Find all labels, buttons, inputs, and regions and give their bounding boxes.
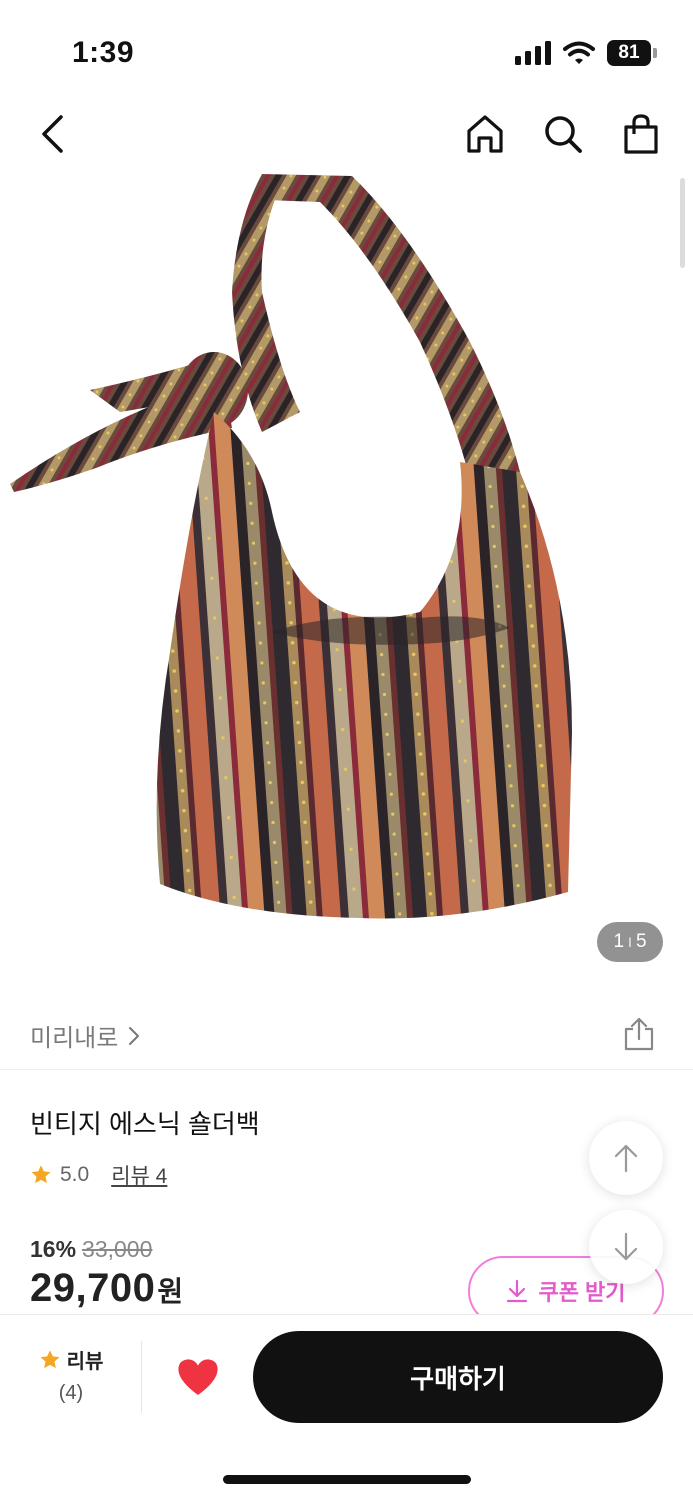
search-icon bbox=[545, 116, 582, 153]
seller-name-label: 미리내로 bbox=[30, 1025, 119, 1052]
price-row: 29,700 원 bbox=[30, 1266, 183, 1311]
home-button[interactable] bbox=[463, 110, 507, 158]
image-counter-total: 5 bbox=[635, 931, 647, 952]
bottom-review-label: 리뷰 bbox=[66, 1351, 104, 1373]
battery-level: 81 bbox=[607, 40, 651, 66]
status-bar: 1:39 81 bbox=[0, 0, 693, 100]
heart-icon bbox=[178, 1359, 218, 1395]
bottom-review-top: 리뷰 bbox=[39, 1345, 104, 1374]
wifi-icon bbox=[563, 41, 595, 64]
image-counter: 1 I 5 bbox=[597, 922, 663, 962]
image-counter-separator: I bbox=[628, 934, 632, 950]
cellular-signal-icon bbox=[515, 41, 551, 65]
nav-actions bbox=[463, 110, 663, 158]
status-time: 1:39 bbox=[72, 36, 135, 69]
home-icon bbox=[467, 115, 503, 153]
bottom-action-bar: 리뷰 (4) 구매하기 bbox=[0, 1314, 693, 1500]
rating-score: 5.0 bbox=[60, 1163, 90, 1186]
product-title: 빈티지 에스닉 숄더백 bbox=[30, 1109, 260, 1139]
battery-tip bbox=[653, 48, 657, 58]
bottom-divider bbox=[141, 1341, 142, 1413]
download-icon bbox=[507, 1279, 528, 1303]
chevron-right-icon bbox=[129, 1026, 140, 1045]
discount-row: 16% 33,000 bbox=[30, 1236, 152, 1263]
bottom-review-count: (4) bbox=[58, 1382, 84, 1404]
scroll-top-button[interactable] bbox=[589, 1121, 663, 1195]
shopping-bag-icon bbox=[624, 114, 658, 154]
back-button[interactable] bbox=[30, 110, 74, 158]
chevron-left-icon bbox=[42, 115, 63, 153]
rating-row: 5.0 리뷰 4 bbox=[30, 1160, 167, 1190]
battery-indicator: 81 bbox=[607, 40, 657, 66]
status-icons: 81 bbox=[515, 40, 657, 66]
star-icon bbox=[40, 1349, 60, 1368]
product-photo-bag bbox=[10, 174, 572, 919]
seller-link[interactable]: 미리내로 bbox=[30, 1018, 140, 1053]
discount-rate: 16% bbox=[30, 1236, 77, 1262]
product-image[interactable] bbox=[0, 172, 693, 982]
arrow-up-icon bbox=[614, 1144, 638, 1173]
original-price: 33,000 bbox=[82, 1236, 153, 1262]
buy-button[interactable]: 구매하기 bbox=[253, 1331, 663, 1423]
sale-price: 29,700 bbox=[30, 1266, 156, 1310]
like-button[interactable] bbox=[174, 1353, 222, 1401]
share-icon bbox=[624, 1017, 654, 1051]
search-button[interactable] bbox=[541, 110, 585, 158]
star-icon bbox=[31, 1165, 51, 1184]
cart-button[interactable] bbox=[619, 110, 663, 158]
bottom-review-button[interactable]: 리뷰 (4) bbox=[28, 1345, 114, 1415]
arrow-down-icon bbox=[614, 1232, 638, 1261]
page-scrollbar[interactable] bbox=[680, 178, 685, 268]
review-link[interactable]: 리뷰 4 bbox=[111, 1160, 167, 1190]
image-counter-current: 1 bbox=[613, 931, 625, 952]
home-indicator bbox=[223, 1475, 471, 1484]
share-button[interactable] bbox=[619, 1014, 659, 1054]
scroll-bottom-button[interactable] bbox=[589, 1210, 663, 1284]
currency-label: 원 bbox=[157, 1276, 184, 1307]
seller-row: 미리내로 bbox=[0, 1000, 693, 1070]
nav-bar bbox=[0, 100, 693, 170]
